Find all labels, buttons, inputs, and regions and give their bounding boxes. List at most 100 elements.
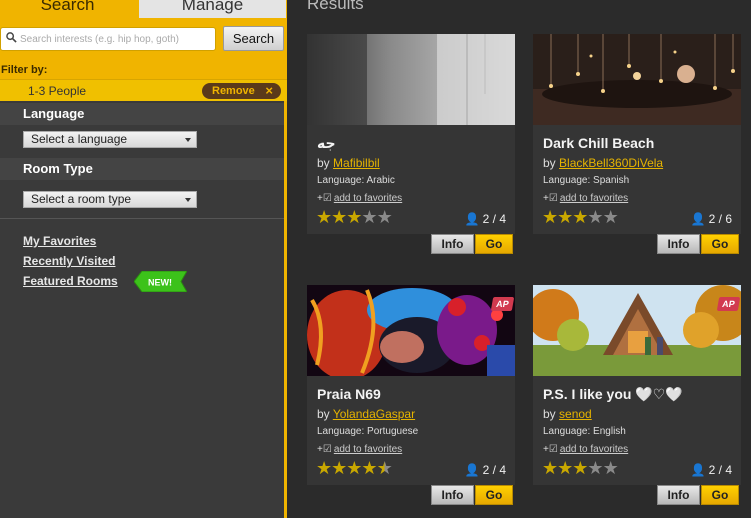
room-title[interactable]: Praia N69 [317,386,381,402]
room-title[interactable]: Dark Chill Beach [543,135,654,151]
star-icon: ★ [557,207,573,227]
go-button[interactable]: Go [701,234,739,254]
new-badge: NEW! [134,271,187,292]
add-favorites-link[interactable]: add to favorites [560,444,628,455]
room-thumbnail[interactable] [307,34,515,125]
tab-search[interactable]: Search [0,0,135,18]
by-label: by [317,156,330,170]
remove-filter-button[interactable]: Remove × [202,83,281,99]
room-thumbnail[interactable] [307,285,515,376]
person-icon: 👤 [464,463,480,477]
check-icon: ☑ [322,193,332,204]
card-buttons: Info Go [431,485,514,505]
star-icon: ★ [572,207,588,227]
search-icon [6,32,17,43]
featured-rooms-link[interactable]: Featured Rooms [23,274,118,288]
rating-stars: ★★★★★ [542,458,619,478]
card-buttons: Info Go [657,485,740,505]
language-heading: Language [0,103,284,125]
language-select[interactable]: Select a language [23,131,197,148]
add-favorites-link[interactable]: add to favorites [560,193,628,204]
search-field[interactable] [0,27,216,51]
star-icon: ★ [602,207,619,227]
divider [0,218,284,219]
room-title[interactable]: جه [317,135,336,152]
star-icon: ★ [331,207,347,227]
remove-label: Remove [212,85,255,97]
room-thumbnail[interactable] [533,34,741,125]
owner-link[interactable]: senod [559,407,592,421]
room-language: Language: Arabic [317,175,395,186]
add-favorites-link[interactable]: add to favorites [334,444,402,455]
room-card[interactable]: AP Praia N69 by YolandaGaspar Language: … [307,285,515,485]
star-icon: ★ [587,458,603,478]
new-badge-text: NEW! [148,278,172,288]
owner-link[interactable]: Mafibilbil [333,156,380,170]
person-icon: 👤 [690,463,706,477]
star-icon: ★ [572,458,588,478]
owner-link[interactable]: BlackBell360DiVela [559,156,663,170]
search-button[interactable]: Search [223,26,284,51]
rating-stars: ★★★★★ [316,458,393,478]
star-icon: ★ [602,458,619,478]
star-icon: ★ [587,207,603,227]
room-language: Language: Portuguese [317,426,419,437]
go-button[interactable]: Go [475,234,513,254]
info-button[interactable]: Info [657,485,700,505]
search-input[interactable] [20,30,212,48]
owner-link[interactable]: YolandaGaspar [333,407,415,421]
rating-stars: ★★★★★ [542,207,619,227]
close-icon: × [265,83,273,98]
go-button[interactable]: Go [701,485,739,505]
info-button[interactable]: Info [431,485,474,505]
filter-label: Filter by: [0,62,287,79]
star-icon: ★ [376,458,393,478]
ap-badge: AP [716,297,741,311]
room-type-select[interactable]: Select a room type [23,191,197,208]
my-favorites-link[interactable]: My Favorites [23,234,96,248]
add-favorites-link[interactable]: add to favorites [334,193,402,204]
add-favorites[interactable]: +☑ add to favorites [317,444,402,455]
room-card[interactable]: AP P.S. I like you 🤍♡🤍 by senod Language… [533,285,741,485]
occupancy: 👤 2 / 6 [691,212,732,226]
by-label: by [543,156,556,170]
search-area: Search [0,18,287,62]
star-icon: ★ [542,207,558,227]
info-button[interactable]: Info [431,234,474,254]
star-icon: ★ [346,207,362,227]
star-icon: ★ [316,458,332,478]
star-icon: ★ [361,207,377,227]
by-label: by [543,407,556,421]
room-owner: by Mafibilbil [317,156,380,170]
occupancy: 👤 2 / 4 [691,463,732,477]
room-thumbnail[interactable] [533,285,741,376]
card-buttons: Info Go [431,234,514,254]
room-language: Language: Spanish [543,175,630,186]
occupancy-count: 2 / 6 [708,212,732,226]
results-title: Results [307,0,364,13]
room-type-heading: Room Type [0,158,284,180]
tab-manage[interactable]: Manage [139,0,286,18]
add-favorites[interactable]: +☑ add to favorites [543,444,628,455]
room-title[interactable]: P.S. I like you 🤍♡🤍 [543,386,683,403]
star-icon: ★ [346,458,362,478]
room-card[interactable]: جه by Mafibilbil Language: Arabic +☑ add … [307,34,515,234]
add-favorites[interactable]: +☑ add to favorites [543,193,628,204]
rating-stars: ★★★★★ [316,207,393,227]
person-icon: 👤 [464,212,480,226]
star-icon: ★ [557,458,573,478]
room-card[interactable]: Dark Chill Beach by BlackBell360DiVela L… [533,34,741,234]
room-owner: by BlackBell360DiVela [543,156,663,170]
language-select-value: Select a language [31,132,128,146]
card-buttons: Info Go [657,234,740,254]
chevron-down-icon [185,138,191,142]
person-icon: 👤 [690,212,706,226]
check-icon: ☑ [548,193,558,204]
occupancy-count: 2 / 4 [708,463,732,477]
add-favorites[interactable]: +☑ add to favorites [317,193,402,204]
info-button[interactable]: Info [657,234,700,254]
recently-visited-link[interactable]: Recently Visited [23,254,115,268]
room-owner: by senod [543,407,592,421]
go-button[interactable]: Go [475,485,513,505]
check-icon: ☑ [322,444,332,455]
